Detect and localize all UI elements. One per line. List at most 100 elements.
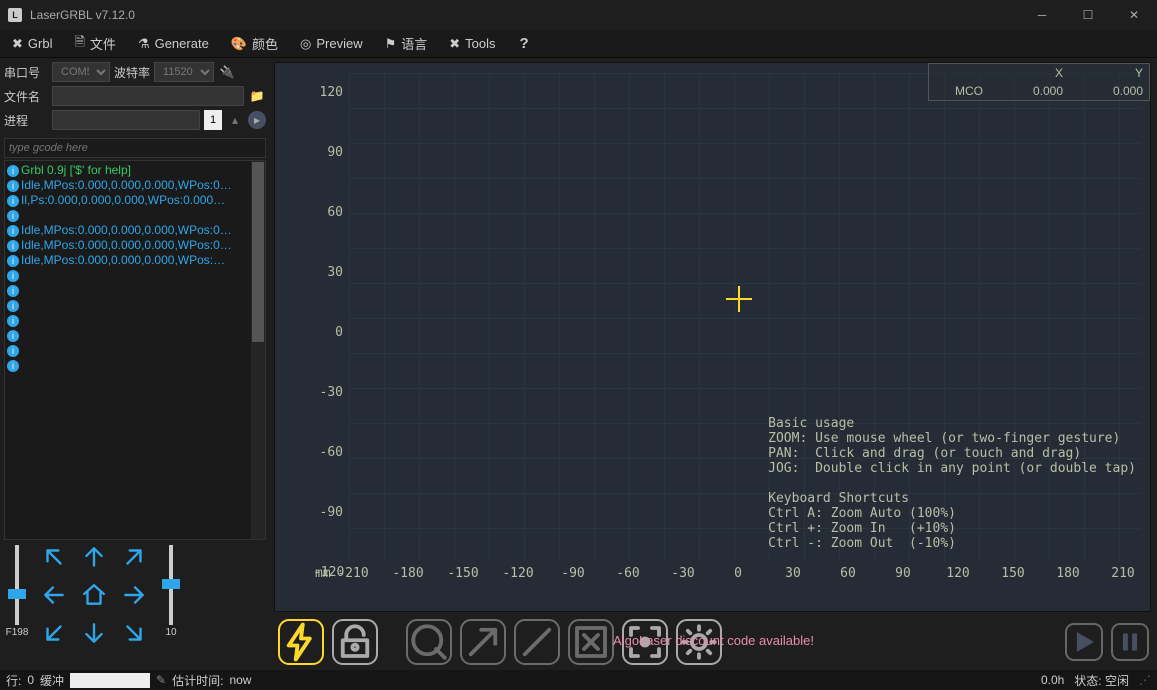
menu-tools-label: Tools: [465, 36, 495, 51]
resize-grip-icon[interactable]: ⋰: [1139, 673, 1151, 687]
help-overlay: Basic usage ZOOM: Use mouse wheel (or tw…: [768, 416, 1136, 551]
menu-file[interactable]: 🗎 文件: [70, 31, 119, 57]
console-line: i: [7, 298, 263, 313]
line-value: 0: [27, 673, 34, 687]
menu-preview-label: Preview: [316, 36, 362, 51]
com-port-label: 串口号: [4, 64, 48, 81]
coord-x-value: 0.000: [989, 82, 1069, 100]
progress-label: 进程: [4, 112, 48, 129]
unit-label: mm: [315, 566, 331, 581]
menu-colors-label: 颜色: [252, 34, 278, 53]
console-output: iGrbl 0.9j ['$' for help] iIdle,MPos:0.00…: [4, 160, 266, 540]
gcode-input[interactable]: [4, 138, 266, 158]
window-title: LaserGRBL v7.12.0: [30, 8, 135, 22]
jog-up[interactable]: [76, 540, 112, 574]
jog-home[interactable]: [76, 578, 112, 612]
x-tick: 180: [1056, 566, 1079, 581]
menu-help[interactable]: ?: [514, 33, 535, 54]
close-button[interactable]: ✕: [1111, 0, 1157, 30]
console-line: iIdle,MPos:0.000,0.000,0.000,WPos:…: [7, 253, 263, 268]
pause-button[interactable]: [1111, 623, 1149, 661]
y-tick: -60: [313, 445, 343, 460]
maximize-button[interactable]: ☐: [1065, 0, 1111, 30]
line-label: 行:: [6, 672, 21, 689]
baud-select[interactable]: 115200: [154, 62, 214, 82]
refresh-button[interactable]: [568, 619, 614, 665]
coord-y-label: Y: [1069, 64, 1149, 82]
x-tick: -120: [502, 566, 533, 581]
pencil-icon[interactable]: ✎: [156, 673, 166, 687]
console-line: iIl,Ps:0.000,0.000,0.000,WPos:0.000…: [7, 193, 263, 208]
y-tick: -30: [313, 385, 343, 400]
jog-down-right[interactable]: [116, 616, 152, 650]
jog-left[interactable]: [36, 578, 72, 612]
menu-bar: ✖Grbl 🗎 文件 ⚗Generate 🎨颜色 ◎Preview ⚑语言 ✖To…: [0, 30, 1157, 58]
jog-panel: F198 10: [4, 540, 266, 650]
console-line: i: [7, 268, 263, 283]
menu-generate-label: Generate: [155, 36, 209, 51]
frame-button[interactable]: [460, 619, 506, 665]
file-icon: 🗎: [74, 33, 84, 55]
menu-generate[interactable]: ⚗Generate: [134, 34, 213, 54]
play-button[interactable]: [1065, 623, 1103, 661]
disconnect-icon[interactable]: 🔌: [218, 63, 236, 81]
x-tick: 30: [785, 566, 801, 581]
power-button[interactable]: [278, 619, 324, 665]
promo-link[interactable]: AlgoLaser discount code available!: [613, 633, 814, 648]
left-panel: 串口号 COM5 波特率 115200 🔌 文件名 📁 进程 1 ▴ ▸ iGr…: [0, 58, 270, 670]
coord-readout: XY MCO0.0000.000: [928, 63, 1150, 101]
progress-count: 1: [204, 110, 222, 130]
coord-mode: MCO: [929, 82, 989, 100]
x-tick: 60: [840, 566, 856, 581]
baud-label: 波特率: [114, 64, 150, 81]
app-logo-icon: L: [8, 8, 22, 22]
menu-grbl[interactable]: ✖Grbl: [8, 34, 56, 54]
x-tick: 90: [895, 566, 911, 581]
jog-up-right[interactable]: [116, 540, 152, 574]
x-tick: -90: [561, 566, 584, 581]
menu-tools[interactable]: ✖Tools: [445, 34, 499, 54]
buffer-input[interactable]: [70, 673, 150, 688]
x-tick: -60: [616, 566, 639, 581]
x-tick: -30: [671, 566, 694, 581]
y-tick: 60: [313, 205, 343, 220]
menu-grbl-label: Grbl: [28, 36, 53, 51]
progress-bar: [52, 110, 200, 130]
center-button[interactable]: [514, 619, 560, 665]
lock-button[interactable]: [332, 619, 378, 665]
console-line: i: [7, 313, 263, 328]
jog-down-left[interactable]: [36, 616, 72, 650]
x-tick: 210: [1111, 566, 1134, 581]
x-tick: 150: [1001, 566, 1024, 581]
console-scrollbar[interactable]: [251, 161, 265, 539]
menu-colors[interactable]: 🎨颜色: [227, 32, 282, 55]
jog-down[interactable]: [76, 616, 112, 650]
menu-language-label: 语言: [401, 34, 427, 53]
console-line: i: [7, 358, 263, 373]
minimize-button[interactable]: ─: [1019, 0, 1065, 30]
jog-up-left[interactable]: [36, 540, 72, 574]
plot-area[interactable]: XY MCO0.0000.000 120 90 60 30 0 -30 -60 -90 -120…: [274, 62, 1151, 612]
x-tick: 120: [946, 566, 969, 581]
console-line: iGrbl 0.9j ['$' for help]: [7, 163, 263, 178]
y-tick: 120: [313, 85, 343, 100]
feed-slider[interactable]: F198: [4, 545, 30, 645]
progress-play-icon[interactable]: ▸: [248, 111, 266, 129]
x-tick: 0: [734, 566, 742, 581]
com-port-select[interactable]: COM5: [52, 62, 110, 82]
menu-file-label: 文件: [90, 34, 116, 53]
menu-language[interactable]: ⚑语言: [381, 32, 432, 55]
step-slider[interactable]: 10: [158, 545, 184, 645]
globe-button[interactable]: [406, 619, 452, 665]
progress-up-icon[interactable]: ▴: [226, 111, 244, 129]
right-panel: XY MCO0.0000.000 120 90 60 30 0 -30 -60 -90 -120…: [270, 58, 1157, 670]
x-tick: -180: [392, 566, 423, 581]
y-tick: 30: [313, 265, 343, 280]
filename-field[interactable]: [52, 86, 244, 106]
coord-x-label: X: [989, 64, 1069, 82]
jog-right[interactable]: [116, 578, 152, 612]
open-file-icon[interactable]: 📁: [248, 87, 266, 105]
menu-preview[interactable]: ◎Preview: [296, 34, 367, 54]
x-tick: -210: [337, 566, 368, 581]
state-label: 状态:: [1074, 674, 1101, 688]
